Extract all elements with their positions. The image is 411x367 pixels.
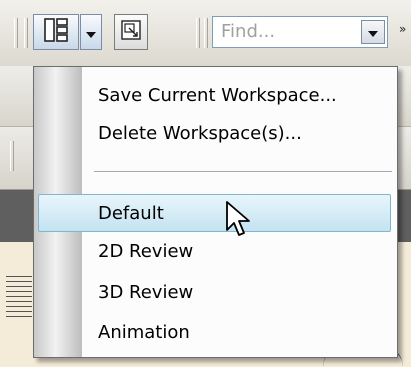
menu-item-workspace-animation[interactable]: Animation: [34, 314, 397, 352]
toolbar-grip: [24, 18, 28, 48]
toolbar-grip: [10, 141, 14, 171]
workspace-menu: Save Current Workspace... Delete Workspa…: [33, 66, 398, 358]
menu-item-label: Delete Workspace(s)...: [98, 123, 302, 144]
workspace-layout-icon: [43, 17, 69, 47]
restore-view-icon: [120, 19, 142, 45]
find-combobox[interactable]: Find...: [212, 16, 388, 48]
mouse-cursor-icon: [224, 200, 258, 240]
menu-item-label: Save Current Workspace...: [98, 85, 337, 106]
workspace-dropdown-button[interactable]: [80, 14, 102, 50]
menu-item-workspace-3d-review[interactable]: 3D Review: [34, 274, 397, 312]
toolbar-grip: [14, 18, 18, 48]
menu-item-delete-workspaces[interactable]: Delete Workspace(s)...: [34, 115, 397, 153]
menu-item-save-workspace[interactable]: Save Current Workspace...: [34, 77, 397, 115]
toolbar-grip: [204, 18, 208, 48]
menu-item-label: 3D Review: [98, 282, 194, 303]
menu-item-label: Default: [98, 203, 164, 224]
drawing-hatch: [6, 276, 32, 320]
menu-item-workspace-2d-review[interactable]: 2D Review: [34, 233, 397, 271]
chevron-down-icon: [368, 17, 378, 47]
workspace-button[interactable]: [33, 14, 79, 50]
find-placeholder: Find...: [221, 21, 276, 42]
chevron-right-icon[interactable]: »: [399, 22, 406, 36]
menu-item-label: 2D Review: [98, 241, 194, 262]
menu-item-workspace-default[interactable]: Default: [38, 194, 391, 232]
menu-item-label: Animation: [98, 322, 190, 343]
restore-view-button[interactable]: [114, 14, 148, 50]
menu-separator: [94, 171, 392, 173]
toolbar-grip: [196, 18, 200, 48]
find-dropdown-button[interactable]: [361, 20, 385, 44]
chevron-down-icon: [86, 23, 96, 42]
main-toolbar: Find... »: [0, 0, 411, 67]
